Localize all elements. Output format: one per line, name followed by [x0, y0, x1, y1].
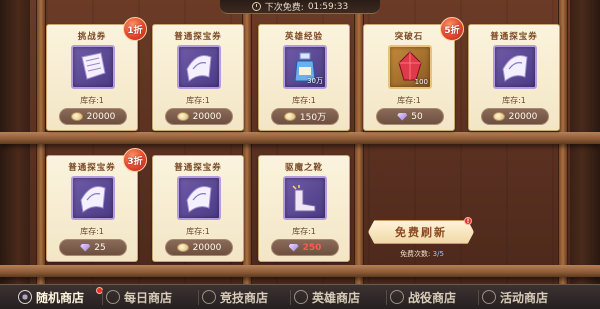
shop-card[interactable]: 普通探宝券 库存:1 25 [46, 155, 138, 262]
card-title: 驱魔之靴 [284, 163, 323, 173]
shop-card[interactable]: 普通探宝券 库存:1 20000 [152, 24, 244, 131]
shop-card[interactable]: 英雄经验 30万 库存:1 150万 [258, 24, 350, 131]
gem-icon [288, 243, 299, 252]
tab-label: 战役商店 [408, 290, 457, 305]
breakthrough-stone-icon: 100 [388, 45, 432, 89]
card-stock: 库存:1 [502, 96, 526, 105]
card-stock: 库存:1 [186, 96, 210, 105]
free-refresh-timer: 下次免费: 01:59:33 [220, 0, 380, 14]
coin-icon [176, 243, 189, 252]
card-title: 普通探宝券 [490, 32, 538, 42]
buy-button[interactable]: 150万 [271, 108, 339, 125]
price-value: 20000 [86, 111, 116, 122]
arena-shop-icon [202, 290, 216, 304]
treasure-ticket-icon [177, 45, 221, 89]
price-value: 25 [94, 242, 106, 253]
left-frame [0, 0, 30, 290]
buy-button[interactable]: 250 [271, 239, 339, 256]
card-title: 普通探宝券 [174, 163, 222, 173]
challenge-ticket-icon [71, 45, 115, 89]
buy-button[interactable]: 20000 [59, 108, 127, 125]
discount-badge: 1折 [123, 17, 147, 41]
item-quantity: 100 [414, 78, 428, 86]
free-refresh-button[interactable]: 免费刷新 [368, 220, 474, 244]
card-stock: 库存:1 [80, 227, 104, 236]
coin-icon [283, 112, 296, 121]
event-shop-icon [482, 290, 496, 304]
tab-event-shop[interactable]: 活动商店 [476, 285, 600, 309]
campaign-shop-icon [390, 290, 404, 304]
tab-arena-shop[interactable]: 竞技商店 [196, 285, 291, 309]
card-stock: 库存:1 [397, 96, 421, 105]
treasure-ticket-icon [177, 176, 221, 220]
coin-icon [176, 112, 189, 121]
tab-label: 竞技商店 [220, 290, 269, 305]
refresh-alert-badge: ! [464, 217, 472, 225]
coin-icon [70, 112, 83, 121]
tab-hero-shop[interactable]: 英雄商店 [288, 285, 387, 309]
treasure-ticket-icon [71, 176, 115, 220]
price-value: 50 [411, 111, 423, 122]
price-value: 20000 [192, 111, 222, 122]
free-refresh-count: 免费次数: 3/5 [374, 249, 470, 259]
exorcist-boots-icon [283, 176, 327, 220]
shop-card[interactable]: 挑战券 库存:1 20000 [46, 24, 138, 131]
card-title: 普通探宝券 [174, 32, 222, 42]
free-count-value: 3/5 [432, 250, 444, 258]
buy-button[interactable]: 20000 [481, 108, 549, 125]
shop-card[interactable]: 突破石 100 库存:1 50 [363, 24, 455, 131]
treasure-ticket-icon [493, 45, 537, 89]
shop-card[interactable]: 普通探宝券 库存:1 20000 [468, 24, 560, 131]
card-title: 英雄经验 [284, 32, 323, 42]
price-value: 250 [302, 242, 322, 253]
hero-exp-potion-icon: 30万 [283, 45, 327, 89]
discount-badge: 3折 [123, 148, 147, 172]
shop-tab-bar: 随机商店 每日商店 竞技商店 英雄商店 战役商店 活动商店 [0, 284, 600, 309]
tab-daily-shop[interactable]: 每日商店 [100, 285, 199, 309]
tab-campaign-shop[interactable]: 战役商店 [384, 285, 479, 309]
card-stock: 库存:1 [186, 227, 210, 236]
card-stock: 库存:1 [292, 96, 316, 105]
price-value: 150万 [299, 113, 327, 123]
item-quantity: 30万 [307, 77, 323, 85]
card-stock: 库存:1 [292, 227, 316, 236]
tab-label: 活动商店 [500, 290, 549, 305]
timer-value: 01:59:33 [307, 1, 349, 12]
buy-button[interactable]: 50 [376, 108, 444, 125]
gem-icon [80, 243, 91, 252]
coin-icon [492, 112, 505, 121]
shop-scene: 下次免费: 01:59:33 挑战券 库存:1 20000 1折 普通探宝券 库… [0, 0, 600, 309]
upper-shelf [0, 132, 600, 144]
gem-icon [397, 112, 408, 121]
buy-button[interactable]: 20000 [165, 239, 233, 256]
daily-shop-icon [106, 290, 120, 304]
random-shop-icon [18, 290, 32, 304]
tab-random-shop[interactable]: 随机商店 [0, 285, 103, 309]
price-value: 20000 [508, 111, 538, 122]
clock-icon [251, 2, 261, 11]
discount-badge: 5折 [440, 17, 464, 41]
tab-label: 每日商店 [124, 290, 173, 305]
buy-button[interactable]: 25 [59, 239, 127, 256]
card-stock: 库存:1 [80, 96, 104, 105]
tab-label: 随机商店 [36, 290, 85, 305]
hero-shop-icon [294, 290, 308, 304]
free-count-label: 免费次数: [400, 250, 431, 258]
shop-card[interactable]: 驱魔之靴 库存:1 250 [258, 155, 350, 262]
timer-label: 下次免费: [264, 3, 304, 13]
right-frame [570, 0, 600, 290]
lower-shelf [0, 265, 600, 277]
shop-card[interactable]: 普通探宝券 库存:1 20000 [152, 155, 244, 262]
tab-label: 英雄商店 [312, 290, 361, 305]
buy-button[interactable]: 20000 [165, 108, 233, 125]
price-value: 20000 [192, 242, 222, 253]
